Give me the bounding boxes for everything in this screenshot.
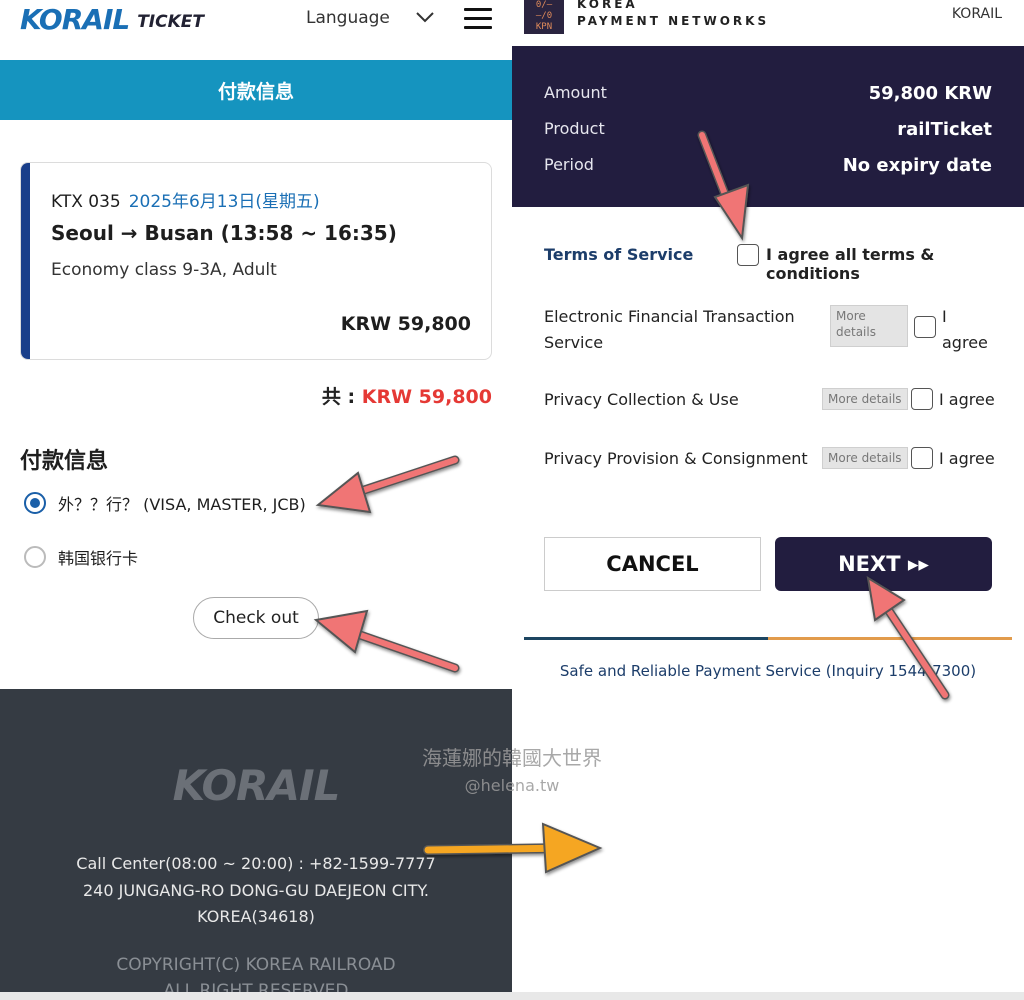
more-details-button[interactable]: More details (822, 447, 908, 469)
ticket-class: Economy class 9-3A, Adult (51, 260, 277, 280)
summary-row-period: Period No expiry date (544, 155, 992, 176)
language-selector[interactable]: Language (306, 8, 390, 28)
ticket-card: KTX 035 2025年6月13日(星期五) Seoul → Busan (13… (20, 162, 492, 360)
logo-sub-text: TICKET (137, 12, 204, 32)
chevron-down-icon[interactable] (414, 6, 436, 28)
train-number: KTX 035 (51, 192, 121, 212)
ticket-route: Seoul → Busan (13:58 ~ 16:35) (51, 221, 397, 245)
divider-line-navy (524, 637, 768, 640)
total-amount: 共 : KRW 59,800 (322, 382, 492, 409)
terms-of-service-label: Terms of Service (544, 245, 694, 264)
kpn-logo-text: KPN (535, 22, 553, 32)
kpn-name-line-2: PAYMENT NETWORKS (577, 14, 770, 28)
kpn-header: 0/– –/0 KPN KOREA PAYMENT NETWORKS KORAIL (512, 0, 1024, 46)
watermark-handle: @helena.tw (464, 776, 560, 795)
merchant-name: KORAIL (951, 6, 1002, 22)
kpn-logo-icon: 0/– –/0 KPN (524, 0, 564, 34)
payment-section-title: 付款信息 (20, 449, 109, 474)
site-footer: KORAIL Call Center(08:00 ~ 20:00) : +82-… (0, 689, 512, 1000)
ticket-price: KRW 59,800 (340, 313, 471, 335)
agree-label[interactable]: I agree (939, 449, 995, 468)
checkout-button[interactable]: Check out (193, 597, 319, 639)
menu-icon[interactable] (464, 8, 492, 30)
agree-all-checkbox[interactable] (737, 244, 759, 266)
address-line-2: KOREA(34618) (197, 907, 315, 926)
bottom-strip (0, 992, 1024, 1000)
agree-label[interactable]: I agree (939, 390, 995, 409)
summary-key: Period (544, 155, 594, 174)
summary-row-product: Product railTicket (544, 119, 992, 140)
agree-label[interactable]: I agree (942, 304, 992, 356)
kpn-name-line-1: KOREA (577, 0, 638, 11)
payment-summary: Amount 59,800 KRW Product railTicket Per… (512, 46, 1024, 207)
ticket-train-line: KTX 035 2025年6月13日(星期五) (51, 187, 320, 212)
total-value: KRW 59,800 (361, 386, 492, 408)
agree-all-label[interactable]: I agree all terms & conditions (766, 245, 1024, 283)
ticket-accent-bar (21, 163, 30, 359)
safe-payment-text: Safe and Reliable Payment Service (Inqui… (559, 662, 977, 680)
watermark-title: 海蓮娜的韓國大世界 (422, 746, 602, 770)
agree-checkbox[interactable] (914, 316, 936, 338)
korail-payment-page: KORAIL TICKET Language 付款信息 KTX 035 2025年… (0, 0, 512, 1000)
kpn-brand-name: KOREA PAYMENT NETWORKS (577, 0, 769, 30)
summary-value: 59,800 KRW (868, 83, 992, 104)
korail-logo[interactable]: KORAIL TICKET (20, 2, 204, 36)
copyright-line-1: COPYRIGHT(C) KOREA RAILROAD (116, 955, 396, 975)
address-line-1: 240 JUNGANG-RO DONG-GU DAEJEON CITY. (83, 881, 429, 900)
more-details-button[interactable]: More details (830, 305, 908, 347)
cancel-button[interactable]: CANCEL (544, 537, 761, 591)
more-details-button[interactable]: More details (822, 388, 908, 410)
payment-option-korean-card[interactable]: 韩国银行卡 (24, 545, 138, 569)
kpn-payment-page: 0/– –/0 KPN KOREA PAYMENT NETWORKS KORAIL … (512, 0, 1024, 1000)
page-header: 付款信息 (0, 60, 512, 120)
travel-date: 2025年6月13日(星期五) (128, 192, 320, 212)
payment-option-foreign-card[interactable]: 外？？行？ (VISA, MASTER, JCB) (24, 491, 306, 515)
next-button[interactable]: NEXT ▸▸ (775, 537, 992, 591)
summary-key: Product (544, 119, 605, 138)
divider-line-orange (768, 637, 1012, 640)
top-bar: KORAIL TICKET Language (0, 0, 512, 60)
radio-selected-icon[interactable] (24, 492, 46, 514)
summary-value: No expiry date (842, 155, 992, 176)
page-title: 付款信息 (217, 80, 294, 103)
total-label: 共 : (321, 386, 362, 408)
payment-option-label: 外？？行？ (VISA, MASTER, JCB) (58, 495, 306, 514)
agree-checkbox[interactable] (911, 447, 933, 469)
payment-option-label: 韩国银行卡 (58, 549, 139, 568)
radio-unselected-icon[interactable] (24, 546, 46, 568)
term-name-electronic-financial: Electronic Financial Transaction Service (544, 307, 795, 352)
summary-row-amount: Amount 59,800 KRW (544, 83, 992, 104)
call-center: Call Center(08:00 ~ 20:00) : +82-1599-77… (76, 854, 436, 873)
agree-checkbox[interactable] (911, 388, 933, 410)
summary-value: railTicket (897, 119, 992, 140)
logo-text: KORAIL (20, 2, 130, 36)
summary-key: Amount (544, 83, 607, 102)
